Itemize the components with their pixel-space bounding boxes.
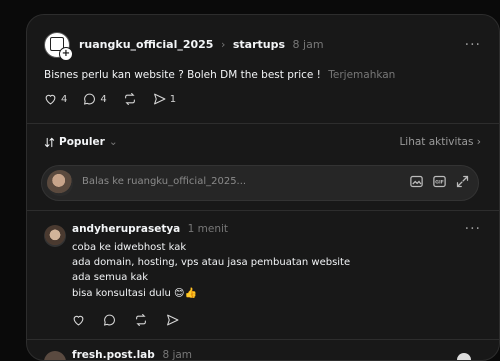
more-options-icon[interactable]: ··· [465,37,481,53]
next-username[interactable]: fresh.post.lab [72,349,155,360]
svg-text:GIF: GIF [435,180,444,186]
follow-plus-icon[interactable]: + [59,47,73,61]
avatar[interactable]: + [44,32,73,61]
comment-count: 4 [100,93,107,105]
comment-button[interactable] [103,314,116,326]
expand-icon[interactable] [455,174,470,189]
activity-label: Lihat aktivitas [399,136,474,148]
send-icon [167,314,179,326]
post-body: Bisnes perlu kan website ? Boleh DM the … [44,69,321,81]
repost-button[interactable] [134,314,148,326]
avatar[interactable] [44,351,66,360]
divider [27,339,499,340]
comment-button[interactable]: 4 [83,93,107,105]
comment-line: ada domain, hosting, vps atau jasa pembu… [72,257,351,269]
sort-label: Populer [59,136,105,148]
repost-icon [136,314,146,326]
comment-username[interactable]: andyheruprasetya [72,223,180,235]
next-comment-header: fresh.post.lab 8 jam [72,349,193,361]
reply-input[interactable]: Balas ke ruangku_official_2025... GIF [41,165,479,201]
comment-time: 1 menit [187,223,229,235]
like-count: 4 [61,93,68,105]
share-count: 1 [169,93,177,105]
comment-icon [84,93,96,105]
post-username[interactable]: ruangku_official_2025 [79,38,213,51]
comment-actions [72,314,179,326]
divider [27,123,499,124]
chevron-right-icon: › [220,38,226,51]
chevron-down-icon: ⌄ [108,136,118,148]
heart-icon [73,315,84,326]
comment-line: ada semua kak [72,272,149,284]
community-link[interactable]: startups [233,38,285,51]
heart-icon [45,94,56,105]
comment-line: bisa konsultasi dulu 😊👍 [72,287,197,299]
comment-header: andyheruprasetya 1 menit [72,223,228,235]
avatar[interactable] [457,353,471,360]
sort-icon [44,137,55,147]
share-button[interactable]: 1 [153,93,176,105]
thread-card: + ruangku_official_2025 › startups 8 jam… [26,14,500,361]
comment-line: coba ke idwebhost kak [72,242,187,253]
view-activity-link[interactable]: Lihat aktivitas › [399,136,481,148]
post-text: Bisnes perlu kan website ? Boleh DM the … [44,69,395,81]
translate-link[interactable]: Terjemahkan [328,69,395,81]
like-button[interactable] [72,314,85,326]
share-button[interactable] [166,314,179,326]
more-options-icon[interactable]: ··· [465,221,481,237]
avatar[interactable] [44,225,66,247]
sort-dropdown[interactable]: Populer ⌄ [44,136,118,148]
send-icon [153,93,166,105]
comment-body: coba ke idwebhost kak ada domain, hostin… [72,240,350,301]
chevron-right-icon: › [476,136,481,148]
divider [27,210,499,211]
comment-icon [103,314,115,326]
repost-icon [124,93,135,105]
image-icon[interactable] [409,174,424,189]
like-button[interactable]: 4 [44,93,67,105]
next-time: 8 jam [162,349,193,361]
avatar [47,170,73,196]
post-time: 8 jam [292,38,324,51]
gif-icon[interactable]: GIF [432,174,447,189]
repost-button[interactable] [123,93,137,105]
post-header: ruangku_official_2025 › startups 8 jam [79,38,324,51]
reply-tools: GIF [409,174,470,189]
reply-placeholder[interactable]: Balas ke ruangku_official_2025... [82,176,246,187]
post-actions: 4 4 1 [44,93,176,105]
